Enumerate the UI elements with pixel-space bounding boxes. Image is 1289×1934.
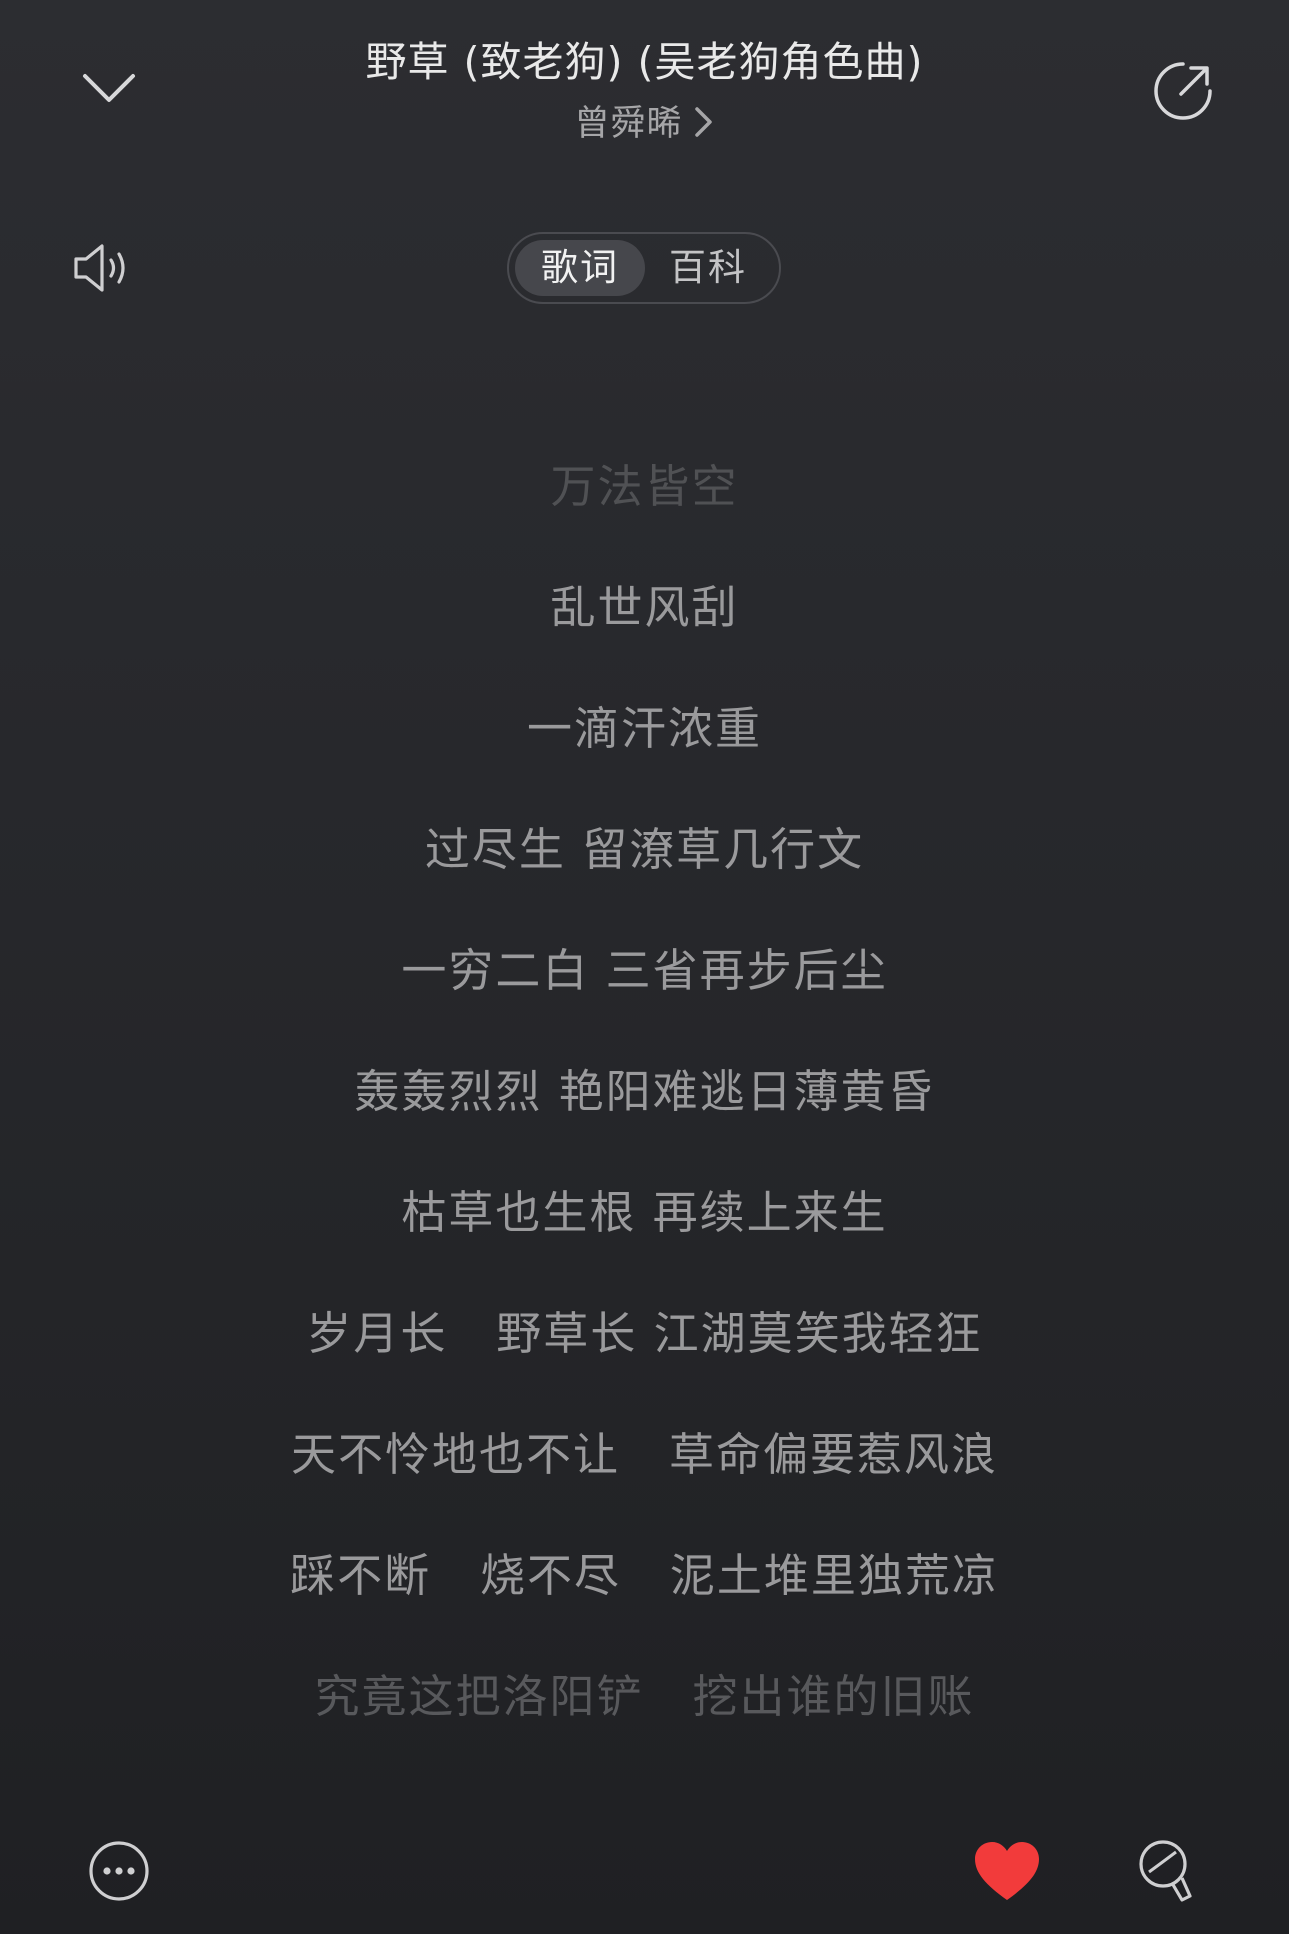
share-icon[interactable] — [1150, 58, 1216, 124]
player-header: 野草 (致老狗) (吴老狗角色曲) 曾舜晞 — [0, 0, 1289, 160]
lyric-line[interactable]: 枯草也生根 再续上来生 — [0, 1181, 1289, 1302]
lyric-line[interactable]: 一穷二白 三省再步后尘 — [0, 939, 1289, 1060]
speaker-icon[interactable] — [72, 240, 134, 296]
lyric-line[interactable]: 轰轰烈烈 艳阳难逃日薄黄昏 — [0, 1060, 1289, 1181]
comment-icon[interactable] — [1136, 1838, 1198, 1908]
lyric-line[interactable]: 岁月长 野草长 江湖莫笑我轻狂 — [0, 1302, 1289, 1423]
tab-lyrics[interactable]: 歌词 — [515, 240, 645, 296]
lyric-line[interactable]: 乱世风刮 — [0, 576, 1289, 697]
lyric-line[interactable]: 天不怜地也不让 草命偏要惹风浪 — [0, 1423, 1289, 1544]
lyrics-wiki-switch: 歌词 百科 — [507, 232, 781, 304]
lyric-line[interactable]: 过尽生 留潦草几行文 — [0, 818, 1289, 939]
artist-link[interactable]: 曾舜晞 — [0, 98, 1289, 150]
song-title: 野草 (致老狗) (吴老狗角色曲) — [365, 38, 924, 86]
lyric-line[interactable]: 踩不断 烧不尽 泥土堆里独荒凉 — [0, 1544, 1289, 1665]
artist-name: 曾舜晞 — [574, 104, 683, 144]
lyric-line[interactable]: 万法皆空 — [0, 455, 1289, 576]
heart-icon[interactable] — [972, 1840, 1042, 1904]
tab-wiki[interactable]: 百科 — [643, 240, 773, 296]
chevron-right-icon — [693, 105, 715, 143]
lyric-line[interactable]: 一滴汗浓重 — [0, 697, 1289, 818]
lyric-line[interactable]: 究竟这把洛阳铲 挖出谁的旧账 — [0, 1665, 1289, 1786]
more-icon[interactable] — [88, 1840, 150, 1902]
lyrics-list[interactable]: 万法皆空 乱世风刮 一滴汗浓重 过尽生 留潦草几行文 一穷二白 三省再步后尘 轰… — [0, 455, 1289, 1786]
